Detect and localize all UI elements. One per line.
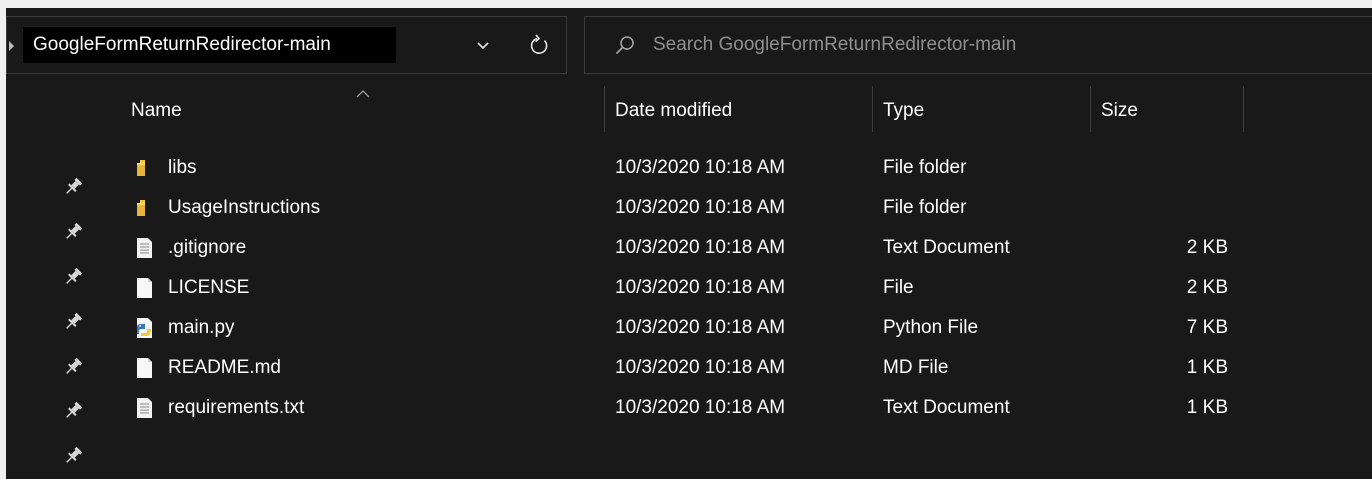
search-box[interactable]: Search GoogleFormReturnRedirector-main: [584, 16, 1372, 74]
column-header-size[interactable]: Size: [1101, 82, 1138, 132]
blank-file-icon: [134, 276, 156, 300]
file-date-modified: 10/3/2020 10:18 AM: [615, 357, 786, 378]
file-size: [1096, 188, 1228, 228]
file-type: Text Document: [883, 237, 1010, 258]
file-date-modified: 10/3/2020 10:18 AM: [615, 197, 786, 218]
blank-file-icon: [134, 356, 156, 380]
file-type: Text Document: [883, 397, 1010, 418]
column-header-type[interactable]: Type: [883, 82, 924, 132]
file-row[interactable]: main.py 10/3/2020 10:18 AM Python File 7…: [96, 308, 1372, 348]
file-type: File: [883, 277, 914, 298]
address-bar[interactable]: GoogleFormReturnRedirector-main: [6, 16, 567, 74]
column-header-date-modified[interactable]: Date modified: [615, 82, 732, 132]
pin-icon[interactable]: [60, 354, 86, 380]
file-type: Python File: [883, 317, 979, 338]
file-size: 7 KB: [1186, 317, 1228, 338]
address-path[interactable]: GoogleFormReturnRedirector-main: [23, 27, 396, 63]
file-row[interactable]: LICENSE 10/3/2020 10:18 AM File 2 KB: [96, 268, 1372, 308]
file-name[interactable]: .gitignore: [168, 228, 246, 268]
file-size: [1096, 148, 1228, 188]
column-separator[interactable]: [1243, 86, 1244, 132]
sort-ascending-icon: [355, 86, 371, 98]
file-row[interactable]: UsageInstructions 10/3/2020 10:18 AM Fil…: [96, 188, 1372, 228]
file-type: File folder: [883, 197, 967, 218]
file-type: MD File: [883, 357, 949, 378]
window-left-edge: [0, 8, 6, 479]
breadcrumb-caret-icon[interactable]: [9, 41, 14, 51]
file-name[interactable]: main.py: [168, 308, 235, 348]
file-row[interactable]: .gitignore 10/3/2020 10:18 AM Text Docum…: [96, 228, 1372, 268]
file-name[interactable]: libs: [168, 148, 197, 188]
file-name[interactable]: UsageInstructions: [168, 188, 320, 228]
file-date-modified: 10/3/2020 10:18 AM: [615, 157, 786, 178]
column-separator[interactable]: [872, 86, 873, 132]
file-name[interactable]: LICENSE: [168, 268, 249, 308]
file-name[interactable]: requirements.txt: [168, 388, 304, 428]
refresh-icon[interactable]: [523, 29, 555, 61]
column-header-row: Name Date modified Type Size: [96, 82, 1372, 132]
pin-icon[interactable]: [60, 174, 86, 200]
file-date-modified: 10/3/2020 10:18 AM: [615, 277, 786, 298]
folder-icon: [134, 156, 156, 180]
window-top-edge: [0, 0, 1372, 8]
text-document-icon: [134, 396, 156, 420]
file-type: File folder: [883, 157, 967, 178]
file-explorer-window: GoogleFormReturnRedirector-main Search G…: [0, 0, 1372, 479]
column-separator[interactable]: [1090, 86, 1091, 132]
file-size: 2 KB: [1186, 237, 1228, 258]
file-size: 1 KB: [1186, 357, 1228, 378]
python-file-icon: [134, 316, 156, 340]
file-size: 2 KB: [1186, 277, 1228, 298]
folder-icon: [134, 196, 156, 220]
column-header-name[interactable]: Name: [131, 82, 182, 132]
search-icon: [613, 34, 637, 58]
file-row[interactable]: libs 10/3/2020 10:18 AM File folder: [96, 148, 1372, 188]
pin-icon[interactable]: [60, 309, 86, 335]
file-name[interactable]: README.md: [168, 348, 281, 388]
pin-icon[interactable]: [60, 443, 86, 469]
pin-icon[interactable]: [60, 219, 86, 245]
file-date-modified: 10/3/2020 10:18 AM: [615, 317, 786, 338]
column-separator[interactable]: [604, 86, 605, 132]
file-date-modified: 10/3/2020 10:18 AM: [615, 397, 786, 418]
file-row[interactable]: requirements.txt 10/3/2020 10:18 AM Text…: [96, 388, 1372, 428]
text-document-icon: [134, 236, 156, 260]
pin-icon[interactable]: [60, 264, 86, 290]
pin-icon[interactable]: [60, 398, 86, 424]
chevron-down-icon[interactable]: [468, 31, 498, 61]
search-input[interactable]: Search GoogleFormReturnRedirector-main: [653, 17, 1016, 73]
file-date-modified: 10/3/2020 10:18 AM: [615, 237, 786, 258]
file-row[interactable]: README.md 10/3/2020 10:18 AM MD File 1 K…: [96, 348, 1372, 388]
file-size: 1 KB: [1186, 397, 1228, 418]
